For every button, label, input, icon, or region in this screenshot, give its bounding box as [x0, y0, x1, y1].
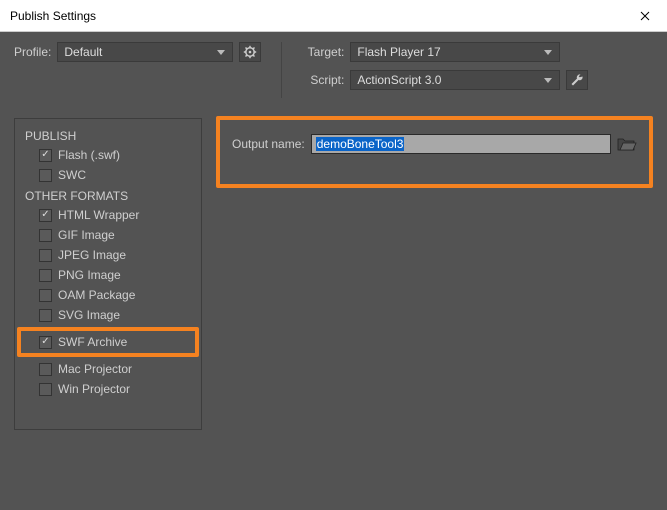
checkbox-swf-archive[interactable] — [39, 336, 52, 349]
item-label: Mac Projector — [58, 362, 132, 376]
profile-dropdown[interactable]: Default — [57, 42, 233, 62]
profile-value: Default — [64, 45, 102, 59]
sidebar-item-jpeg[interactable]: JPEG Image — [21, 245, 195, 265]
titlebar: Publish Settings — [0, 0, 667, 32]
folder-icon — [617, 136, 637, 152]
sidebar-item-oam[interactable]: OAM Package — [21, 285, 195, 305]
checkbox-png[interactable] — [39, 269, 52, 282]
item-label: SWC — [58, 168, 86, 182]
sidebar-item-flash[interactable]: Flash (.swf) — [21, 145, 195, 165]
output-name-label: Output name: — [232, 137, 305, 151]
item-label: OAM Package — [58, 288, 135, 302]
gear-icon — [243, 45, 257, 59]
content-row: PUBLISH Flash (.swf) SWC OTHER FORMATS H… — [14, 118, 653, 430]
target-dropdown[interactable]: Flash Player 17 — [350, 42, 560, 62]
checkbox-oam[interactable] — [39, 289, 52, 302]
window-title: Publish Settings — [10, 9, 96, 23]
sidebar-item-swc[interactable]: SWC — [21, 165, 195, 185]
chevron-down-icon — [541, 73, 555, 87]
close-button[interactable] — [622, 0, 667, 32]
other-formats-section-head: OTHER FORMATS — [21, 185, 195, 205]
item-label: Win Projector — [58, 382, 130, 396]
sidebar-item-html[interactable]: HTML Wrapper — [21, 205, 195, 225]
checkbox-html[interactable] — [39, 209, 52, 222]
checkbox-mac[interactable] — [39, 363, 52, 376]
dialog-body: Profile: Default — [0, 32, 667, 510]
item-label: SWF Archive — [58, 335, 127, 349]
target-label: Target: — [302, 45, 344, 59]
checkbox-win[interactable] — [39, 383, 52, 396]
script-settings-button[interactable] — [566, 70, 588, 90]
top-row: Profile: Default — [14, 42, 653, 98]
sidebar-item-swf-archive[interactable]: SWF Archive — [21, 332, 191, 352]
sidebar-item-png[interactable]: PNG Image — [21, 265, 195, 285]
swf-archive-highlight: SWF Archive — [17, 327, 199, 357]
formats-sidebar: PUBLISH Flash (.swf) SWC OTHER FORMATS H… — [14, 118, 202, 430]
sidebar-item-mac[interactable]: Mac Projector — [21, 359, 195, 379]
publish-settings-window: Publish Settings Profile: Default — [0, 0, 667, 510]
sidebar-item-gif[interactable]: GIF Image — [21, 225, 195, 245]
checkbox-svg[interactable] — [39, 309, 52, 322]
checkbox-gif[interactable] — [39, 229, 52, 242]
wrench-icon — [570, 73, 584, 87]
output-highlight: Output name: demoBoneTool3 — [216, 116, 653, 188]
output-name-value: demoBoneTool3 — [316, 137, 405, 151]
item-label: HTML Wrapper — [58, 208, 139, 222]
target-script-group: Target: Flash Player 17 Script: ActionSc… — [302, 42, 588, 90]
checkbox-swc[interactable] — [39, 169, 52, 182]
output-row: Output name: demoBoneTool3 — [232, 134, 637, 154]
output-panel: Output name: demoBoneTool3 — [216, 118, 653, 188]
close-icon — [640, 11, 650, 21]
profile-label: Profile: — [14, 45, 51, 59]
sidebar-item-win[interactable]: Win Projector — [21, 379, 195, 399]
sidebar-item-svg[interactable]: SVG Image — [21, 305, 195, 325]
output-name-input[interactable]: demoBoneTool3 — [311, 134, 611, 154]
target-value: Flash Player 17 — [357, 45, 440, 59]
browse-folder-button[interactable] — [617, 136, 637, 152]
script-value: ActionScript 3.0 — [357, 73, 441, 87]
profile-options-button[interactable] — [239, 42, 261, 62]
chevron-down-icon — [541, 45, 555, 59]
checkbox-jpeg[interactable] — [39, 249, 52, 262]
item-label: JPEG Image — [58, 248, 126, 262]
chevron-down-icon — [214, 45, 228, 59]
script-label: Script: — [302, 73, 344, 87]
item-label: Flash (.swf) — [58, 148, 120, 162]
item-label: PNG Image — [58, 268, 121, 282]
publish-section-head: PUBLISH — [21, 125, 195, 145]
item-label: GIF Image — [58, 228, 115, 242]
divider — [281, 42, 282, 98]
profile-group: Profile: Default — [14, 42, 261, 62]
item-label: SVG Image — [58, 308, 120, 322]
checkbox-flash[interactable] — [39, 149, 52, 162]
script-dropdown[interactable]: ActionScript 3.0 — [350, 70, 560, 90]
